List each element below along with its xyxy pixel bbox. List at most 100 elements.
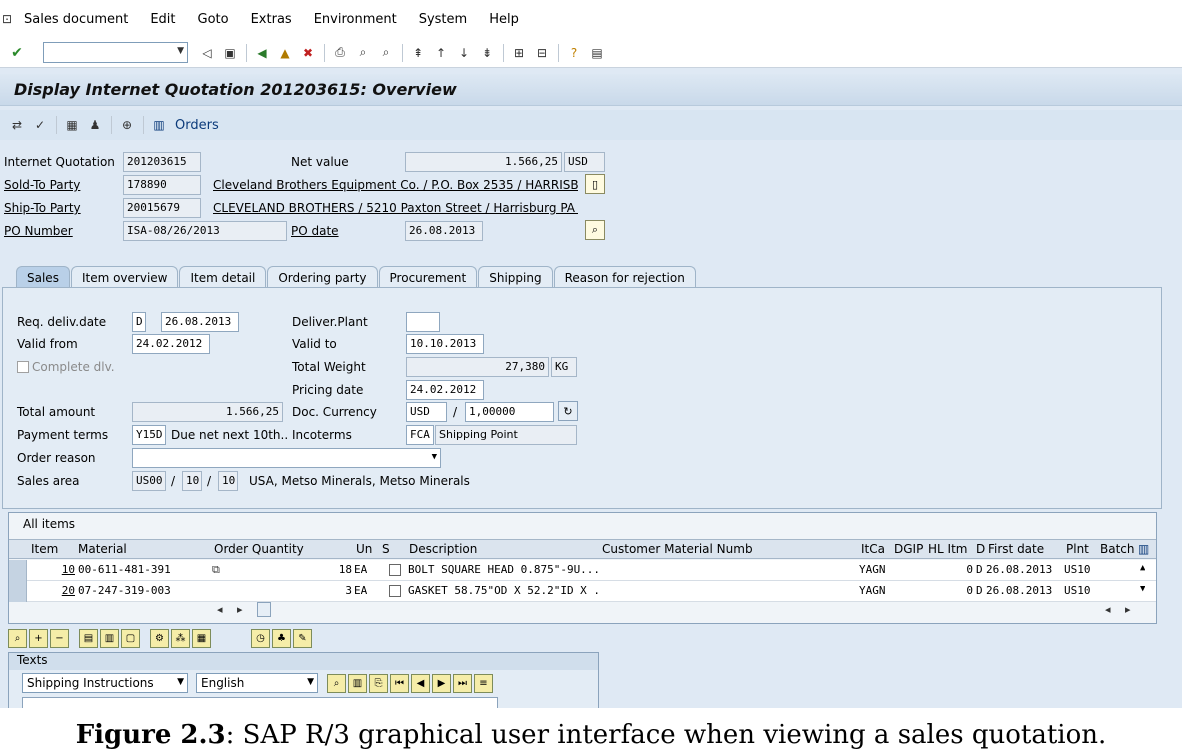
previous-text-icon[interactable]: ◀ [411, 674, 430, 693]
column-header[interactable]: Material [78, 542, 127, 556]
orders-button[interactable]: Orders [175, 118, 219, 133]
next-text-icon[interactable]: ▶ [432, 674, 451, 693]
first-text-icon[interactable]: ⏮ [390, 674, 409, 693]
material-cell[interactable]: 00-611-481-391 [78, 563, 210, 576]
sold-to-party-label[interactable]: Sold-To Party [4, 178, 80, 192]
row-selector[interactable] [9, 560, 27, 581]
plant-cell[interactable]: US10 [1064, 563, 1091, 576]
exit-icon[interactable]: ▲ [276, 44, 294, 62]
status-checkbox[interactable] [389, 585, 401, 597]
column-header[interactable]: ItCa [861, 542, 885, 556]
date-type-cell[interactable]: D [976, 563, 983, 576]
po-number-label[interactable]: PO Number [4, 224, 73, 238]
column-header[interactable]: Batch [1100, 542, 1135, 556]
row-selector[interactable] [9, 581, 27, 602]
order-reason-dropdown[interactable]: ▼ [132, 448, 441, 468]
select-all-icon[interactable]: ▤ [79, 628, 98, 648]
po-date-field[interactable]: 26.08.2013 [405, 221, 483, 241]
material-detail-icon[interactable]: ⧉ [212, 563, 220, 577]
sold-to-party-field[interactable]: 178890 [123, 175, 201, 195]
language-dropdown[interactable]: English ▼ [196, 673, 318, 693]
tab-ordering-party[interactable]: Ordering party [267, 266, 378, 288]
req-deliv-date-field[interactable]: 26.08.2013 [161, 312, 239, 332]
tab-procurement[interactable]: Procurement [378, 266, 478, 288]
column-header[interactable]: HL Itm [928, 542, 967, 556]
distribution-channel-field[interactable]: 10 [182, 471, 202, 491]
unit-cell[interactable]: EA [354, 584, 367, 597]
valid-to-field[interactable]: 10.10.2013 [406, 334, 484, 354]
document-header-icon[interactable]: ▦ [63, 116, 81, 134]
column-settings-icon[interactable]: ▥ [1138, 542, 1149, 556]
column-header[interactable]: Order Quantity [214, 542, 304, 556]
column-header[interactable]: S [382, 542, 390, 556]
edit-note-icon[interactable]: ✎ [293, 628, 312, 648]
check-icon[interactable]: ✓ [31, 116, 49, 134]
date-type-cell[interactable]: D [976, 584, 983, 597]
display-change-icon[interactable]: ⇄ [8, 116, 26, 134]
total-amount-field[interactable]: 1.566,25 [132, 402, 283, 422]
internet-quotation-field[interactable]: 201203615 [123, 152, 201, 172]
net-value-field[interactable]: 1.566,25 [405, 152, 562, 172]
column-header[interactable]: Description [409, 542, 477, 556]
item-category-cell[interactable]: YAGN [859, 563, 886, 576]
menu-extras[interactable]: Extras [251, 12, 292, 27]
table-row[interactable]: 20 07-247-319-003 3 EA GASKET 58.75"OD X… [9, 581, 1156, 602]
payment-terms-code-field[interactable]: Y15D [132, 425, 166, 445]
text-detail-icon[interactable]: ⌕ [327, 674, 346, 693]
first-date-cell[interactable]: 26.08.2013 [986, 563, 1052, 576]
unit-cell[interactable]: EA [354, 563, 367, 576]
cancel-icon[interactable]: ✖ [299, 44, 317, 62]
po-detail-icon[interactable]: ⌕ [585, 220, 605, 240]
scroll-left-icon[interactable]: ◂ [217, 603, 223, 616]
plant-cell[interactable]: US10 [1064, 584, 1091, 597]
total-weight-field[interactable]: 27,380 [406, 357, 549, 377]
order-quantity-cell[interactable]: 18 [239, 563, 352, 576]
menu-edit[interactable]: Edit [150, 12, 175, 27]
table-row[interactable]: 10 00-611-481-391 ⧉ 18 EA BOLT SQUARE HE… [9, 560, 1156, 581]
scroll-right-icon[interactable]: ▸ [237, 603, 243, 616]
orders-icon[interactable]: ▥ [150, 116, 168, 134]
last-page-icon[interactable]: ⇟ [478, 44, 496, 62]
sales-org-field[interactable]: US00 [132, 471, 166, 491]
first-date-cell[interactable]: 26.08.2013 [986, 584, 1052, 597]
document-flow-icon[interactable]: ⊕ [118, 116, 136, 134]
column-header[interactable]: Item [31, 542, 58, 556]
item-category-cell[interactable]: YAGN [859, 584, 886, 597]
pricing-date-field[interactable]: 24.02.2012 [406, 380, 484, 400]
column-header[interactable]: Plnt [1066, 542, 1089, 556]
menu-goto[interactable]: Goto [198, 12, 229, 27]
net-currency-field[interactable]: USD [564, 152, 605, 172]
description-cell[interactable]: GASKET 58.75"OD X 52.2"ID X ... [408, 584, 598, 597]
scroll-up-icon[interactable]: ▲ [1140, 563, 1145, 573]
req-deliv-date-format-field[interactable]: D [132, 312, 146, 332]
enter-check-icon[interactable]: ✔ [8, 44, 26, 62]
scroll-left-icon[interactable]: ◂ [1105, 603, 1111, 616]
scroll-thumb[interactable] [257, 602, 271, 617]
layout-menu-icon[interactable]: ▤ [588, 44, 606, 62]
tab-shipping[interactable]: Shipping [478, 266, 553, 288]
exchange-rate-field[interactable]: 1,00000 [465, 402, 554, 422]
find-icon[interactable]: ⌕ [354, 44, 372, 62]
sold-to-document-icon[interactable]: ▯ [585, 174, 605, 194]
column-header[interactable]: D [976, 542, 985, 556]
higher-level-item-cell[interactable]: 0 [928, 584, 973, 597]
previous-page-icon[interactable]: ↑ [432, 44, 450, 62]
configuration-icon[interactable]: ⚙ [150, 628, 169, 648]
ship-to-party-address[interactable]: CLEVELAND BROTHERS / 5210 Paxton Street … [213, 201, 578, 215]
scroll-right-icon[interactable]: ▸ [1125, 603, 1131, 616]
text-editor-area[interactable] [22, 697, 498, 708]
pricing-icon[interactable]: ♣ [272, 628, 291, 648]
total-weight-unit-field[interactable]: KG [551, 357, 577, 377]
scroll-down-icon[interactable]: ▼ [1140, 584, 1145, 594]
tab-sales[interactable]: Sales [16, 266, 70, 288]
description-cell[interactable]: BOLT SQUARE HEAD 0.875"-9U... [408, 563, 598, 576]
new-session-icon[interactable]: ⊞ [510, 44, 528, 62]
text-format-icon[interactable]: ≡ [474, 674, 493, 693]
back-icon[interactable]: ◀ [253, 44, 271, 62]
ship-to-party-field[interactable]: 20015679 [123, 198, 201, 218]
help-icon[interactable]: ? [565, 44, 583, 62]
print-icon[interactable]: ⎙ [331, 44, 349, 62]
column-header[interactable]: DGIP [894, 542, 923, 556]
column-header[interactable]: Un [356, 542, 372, 556]
text-type-dropdown[interactable]: Shipping Instructions ▼ [22, 673, 188, 693]
